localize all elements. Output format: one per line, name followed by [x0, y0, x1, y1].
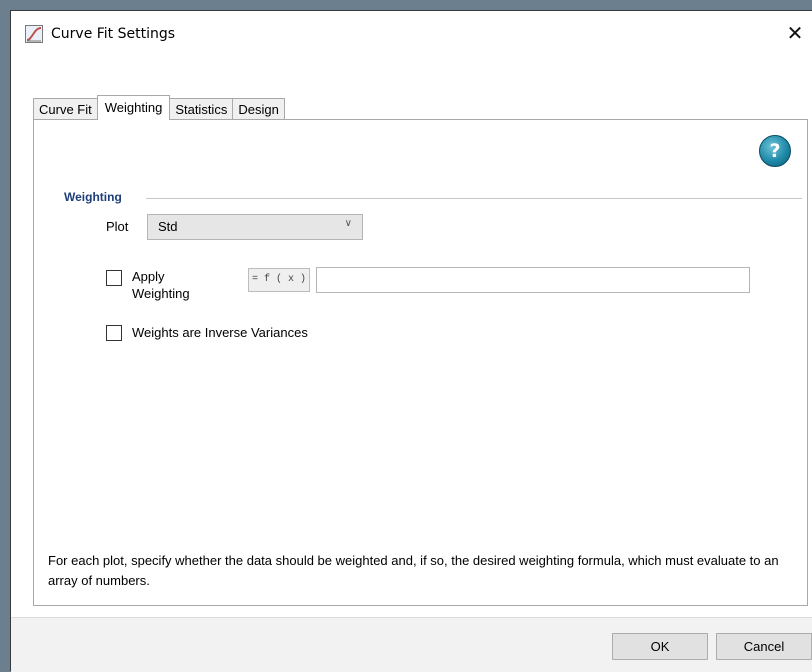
weighting-panel: ? Weighting Plot Std ∨ Apply Weighting =…: [33, 119, 808, 606]
tab-design[interactable]: Design: [232, 98, 285, 120]
plot-label: Plot: [106, 219, 129, 234]
button-bar-divider: [11, 617, 812, 618]
apply-weighting-label: Apply Weighting: [132, 268, 190, 302]
inverse-variances-label: Weights are Inverse Variances: [132, 325, 308, 340]
plot-dropdown-value: Std: [158, 219, 178, 234]
help-icon[interactable]: ?: [759, 135, 791, 167]
window-title: Curve Fit Settings: [51, 26, 176, 42]
close-icon[interactable]: ✕: [780, 19, 810, 47]
app-icon: [25, 25, 43, 43]
tab-weighting[interactable]: Weighting: [96, 95, 171, 120]
curve-fit-settings-dialog: Curve Fit Settings ✕ Curve Fit Weighting…: [10, 10, 812, 672]
weighting-formula-input[interactable]: [316, 267, 750, 293]
button-bar: OK Cancel: [11, 617, 812, 672]
chevron-down-icon: ∨: [344, 218, 352, 229]
title-bar: Curve Fit Settings ✕: [11, 11, 812, 61]
tab-statistics[interactable]: Statistics: [169, 98, 234, 120]
ok-button[interactable]: OK: [612, 633, 708, 660]
tab-curve-fit[interactable]: Curve Fit: [33, 98, 98, 120]
dialog-body: Curve Fit Weighting Statistics Design ? …: [11, 61, 812, 617]
plot-dropdown[interactable]: Std ∨: [147, 214, 363, 240]
section-divider: [146, 198, 802, 199]
section-label-weighting: Weighting: [64, 190, 122, 204]
apply-weighting-label-line2: Weighting: [132, 286, 190, 301]
inverse-variances-checkbox[interactable]: [106, 325, 122, 341]
cancel-button[interactable]: Cancel: [716, 633, 812, 660]
apply-weighting-checkbox[interactable]: [106, 270, 122, 286]
formula-editor-button[interactable]: = f ( x ): [248, 268, 310, 292]
apply-weighting-label-line1: Apply: [132, 269, 165, 284]
tab-strip: Curve Fit Weighting Statistics Design: [33, 95, 285, 120]
help-description: For each plot, specify whether the data …: [48, 553, 779, 588]
